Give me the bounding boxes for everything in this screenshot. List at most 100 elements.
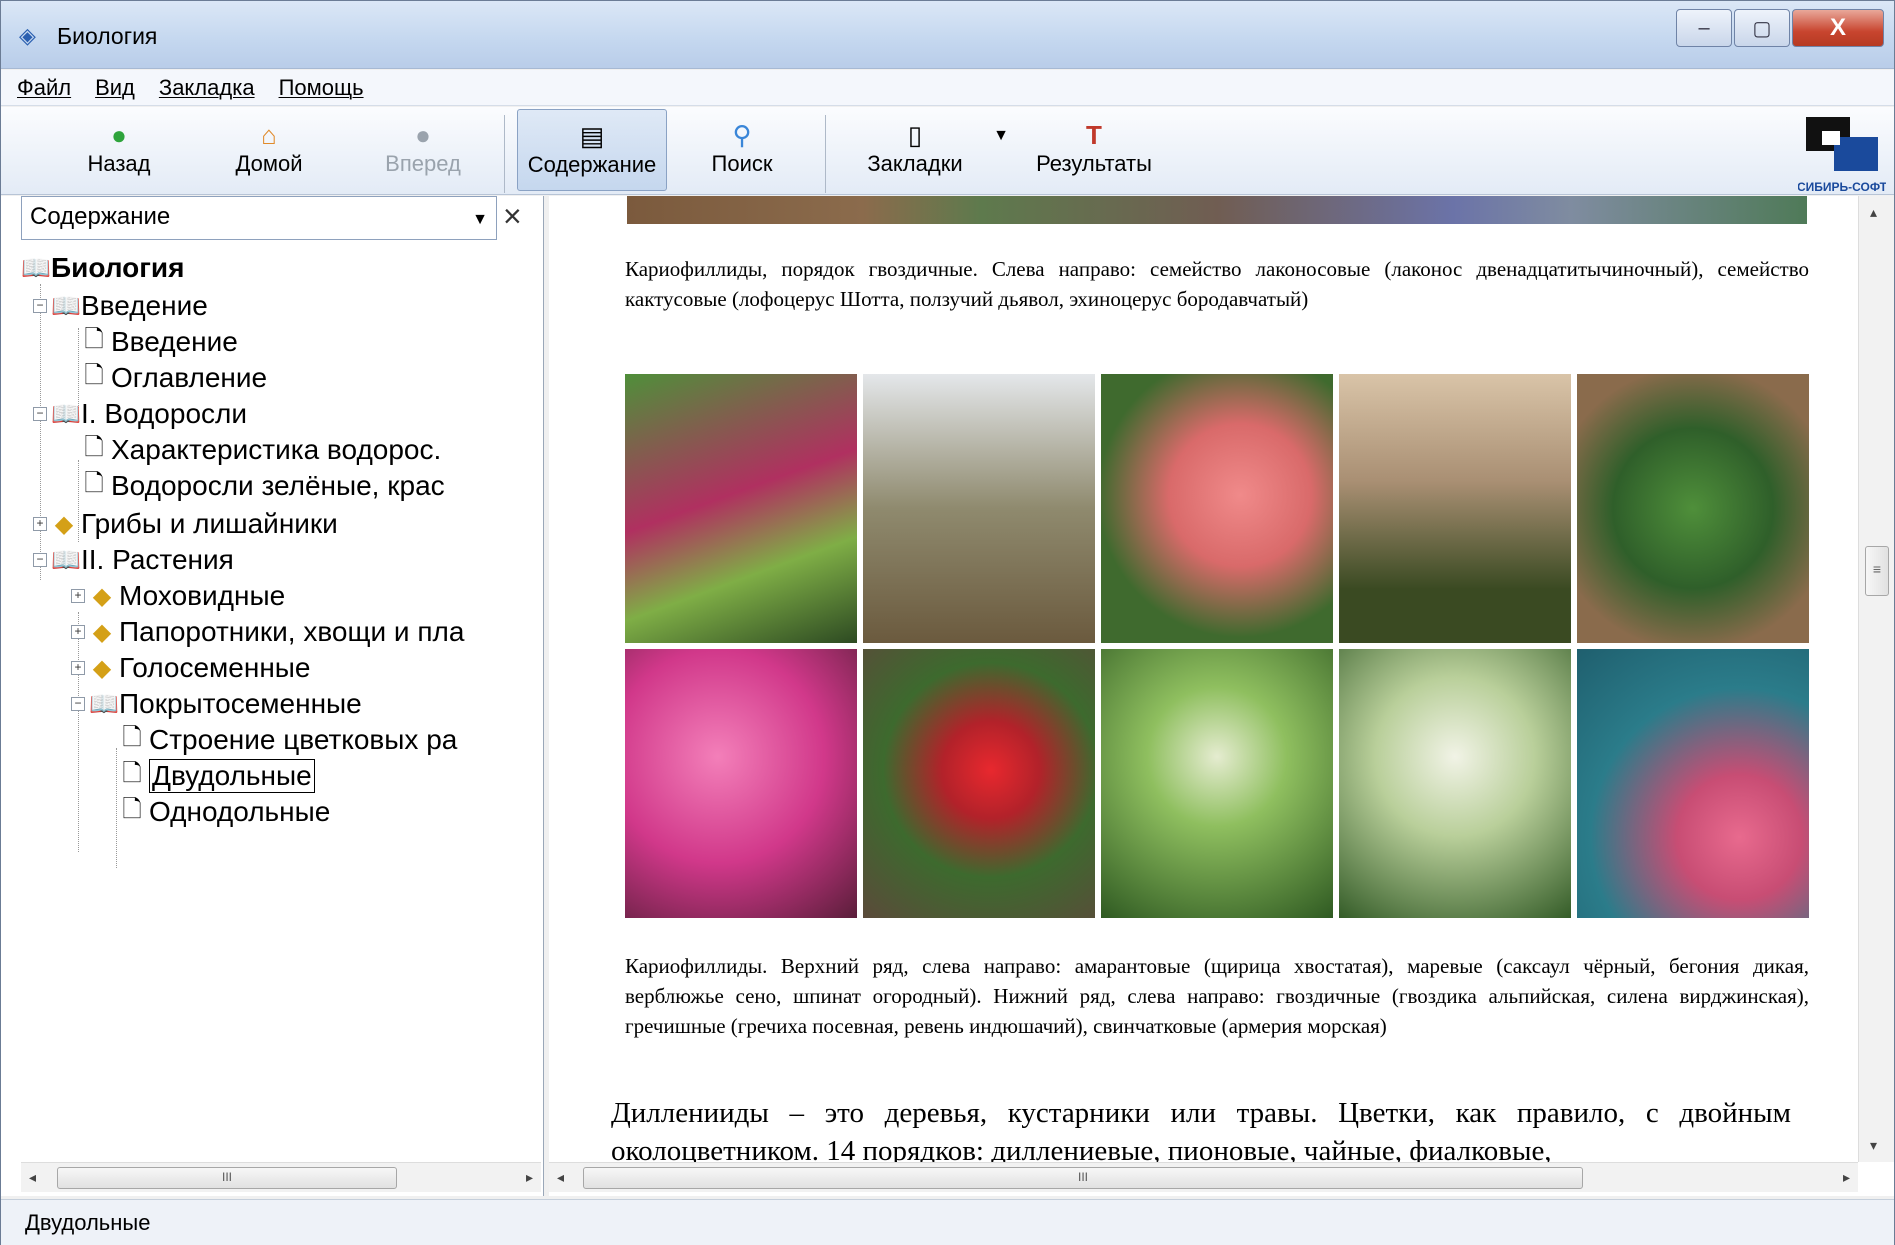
expand-icon[interactable]: + (71, 625, 85, 639)
menu-help[interactable]: Помощь (279, 75, 364, 101)
photo-silene (863, 649, 1095, 918)
photo-amaranth (625, 374, 857, 643)
app-icon: ◈ (19, 23, 36, 48)
photo-caption-top: Кариофиллиды, порядок гвоздичные. Слева … (625, 257, 1809, 311)
tree-node-toc-page[interactable]: 🗋 Оглавление (81, 358, 267, 398)
scrollbar-thumb[interactable]: ≡ (1865, 546, 1889, 596)
book-icon: 📖 (51, 546, 81, 574)
tree-node-root[interactable]: 📖 Биология (21, 248, 184, 288)
photo-buckwheat (1101, 649, 1333, 918)
search-button[interactable]: ⚲ Поиск (705, 119, 779, 191)
bookmarks-dropdown-arrow[interactable]: ▼ (991, 127, 1011, 199)
chevron-down-icon: ▼ (472, 211, 488, 228)
home-button[interactable]: ⌂ Домой (233, 119, 305, 191)
logo-text: СИБИРЬ-СОФТ (1798, 180, 1886, 194)
tree-node-gymnosperms[interactable]: + ◆ Голосеменные (71, 648, 311, 688)
contents-button[interactable]: ▤ Содержание (517, 109, 667, 191)
maximize-button[interactable]: ▢ (1734, 9, 1790, 47)
close-pane-icon[interactable]: × (503, 198, 522, 235)
results-button[interactable]: T Результаты (1031, 119, 1157, 191)
tree-node-flower-structure[interactable]: 🗋 Строение цветковых ра (119, 720, 457, 760)
results-label: Результаты (1036, 151, 1152, 176)
status-text: Двудольные (25, 1210, 151, 1235)
expand-icon[interactable]: + (71, 661, 85, 675)
tree-node-dicots[interactable]: 🗋 Двудольные (119, 756, 315, 796)
photo-armeria (1577, 649, 1809, 918)
tree-node-mosses[interactable]: + ◆ Моховидные (71, 576, 285, 616)
results-icon: T (1086, 120, 1102, 150)
photo-strip (627, 196, 1807, 224)
menu-file[interactable]: Файл (17, 75, 71, 101)
tree-node-plants[interactable]: − 📖 II. Растения (33, 540, 234, 580)
document-vertical-scrollbar[interactable]: ▴ ≡ ▾ (1858, 196, 1894, 1162)
menu-bookmark[interactable]: Закладка (159, 75, 255, 101)
closed-book-icon: ◆ (92, 618, 112, 646)
expand-icon[interactable]: + (33, 517, 47, 531)
closed-book-icon: ◆ (54, 510, 74, 538)
scrollbar-thumb[interactable]: III (583, 1167, 1583, 1189)
sibir-soft-logo: СИБИРЬ-СОФТ (1798, 117, 1886, 194)
book-icon: 📖 (51, 400, 81, 428)
app-window: ◈ Биология – ▢ X Файл Вид Закладка Помощ… (0, 0, 1895, 1245)
scroll-right-icon[interactable]: ▸ (526, 1169, 533, 1186)
toolbar-separator (825, 115, 826, 193)
scrollbar-thumb[interactable]: III (57, 1167, 397, 1189)
home-icon: ⌂ (261, 120, 277, 150)
scroll-left-icon[interactable]: ◂ (557, 1169, 564, 1186)
title-bar: ◈ Биология – ▢ X (1, 1, 1894, 69)
tree-node-algae[interactable]: − 📖 I. Водоросли (33, 394, 247, 434)
photo-camel-hay (1339, 374, 1571, 643)
photo-caption-bottom: Кариофиллиды. Верхний ряд, слева направо… (625, 954, 1809, 1038)
scroll-right-icon[interactable]: ▸ (1843, 1169, 1850, 1186)
bookmarks-button[interactable]: ▯ Закладки (863, 119, 967, 191)
forward-label: Вперед (385, 151, 461, 176)
status-bar: Двудольные (1, 1199, 1894, 1245)
scroll-down-icon[interactable]: ▾ (1870, 1137, 1877, 1154)
toolbar-separator (504, 115, 505, 193)
page-icon: 🗋 (84, 325, 104, 353)
tree-node-intro[interactable]: − 📖 Введение (33, 286, 208, 326)
book-icon: 📖 (21, 254, 51, 282)
back-label: Назад (87, 151, 151, 176)
back-arrow-icon: ● (111, 120, 127, 150)
scroll-up-icon[interactable]: ▴ (1870, 204, 1877, 221)
pane-selector[interactable]: Содержание ▼ (21, 196, 497, 240)
scroll-left-icon[interactable]: ◂ (29, 1169, 36, 1186)
menu-view[interactable]: Вид (95, 75, 135, 101)
closed-book-icon: ◆ (92, 654, 112, 682)
tree-horizontal-scrollbar[interactable]: ◂ III ▸ (21, 1162, 541, 1192)
forward-button[interactable]: ● Вперед (381, 119, 465, 191)
home-label: Домой (235, 151, 303, 176)
minimize-button[interactable]: – (1676, 9, 1732, 47)
photo-dianthus (625, 649, 857, 918)
page-icon: 🗋 (122, 795, 142, 823)
collapse-icon[interactable]: − (71, 697, 85, 711)
window-controls: – ▢ X (1674, 9, 1884, 47)
collapse-icon[interactable]: − (33, 299, 47, 313)
tree-node-fungi[interactable]: + ◆ Грибы и лишайники (33, 504, 338, 544)
contents-tree: 📖 Биология − 📖 Введение 🗋 Введение 🗋 Огл… (21, 248, 541, 1108)
tree-node-algae-green[interactable]: 🗋 Водоросли зелёные, крас (81, 466, 444, 506)
photo-begonia (1101, 374, 1333, 643)
contents-label: Содержание (527, 152, 657, 177)
collapse-icon[interactable]: − (33, 553, 47, 567)
photo-saxaul (863, 374, 1095, 643)
tree-node-algae-traits[interactable]: 🗋 Характеристика водорос. (81, 430, 441, 470)
closed-book-icon: ◆ (92, 582, 112, 610)
forward-arrow-icon: ● (415, 120, 431, 150)
tree-node-monocots[interactable]: 🗋 Однодольные (119, 792, 330, 832)
collapse-icon[interactable]: − (33, 407, 47, 421)
tree-node-angiosperms[interactable]: − 📖 Покрытосеменные (71, 684, 362, 724)
body-paragraph: Дилленииды – это деревья, кустарники или… (611, 1097, 1791, 1162)
expand-icon[interactable]: + (71, 589, 85, 603)
tree-node-intro-page[interactable]: 🗋 Введение (81, 322, 237, 362)
close-button[interactable]: X (1792, 9, 1884, 47)
search-label: Поиск (711, 151, 773, 176)
document-horizontal-scrollbar[interactable]: ◂ III ▸ (549, 1162, 1858, 1192)
tree-node-ferns[interactable]: + ◆ Папоротники, хвощи и пла (71, 612, 464, 652)
toolbar: ● Назад ⌂ Домой ● Вперед ▤ Содержание ⚲ … (1, 107, 1894, 195)
book-icon: 📖 (51, 292, 81, 320)
back-button[interactable]: ● Назад (83, 119, 155, 191)
photo-grid (625, 374, 1809, 918)
contents-icon: ▤ (579, 121, 605, 151)
